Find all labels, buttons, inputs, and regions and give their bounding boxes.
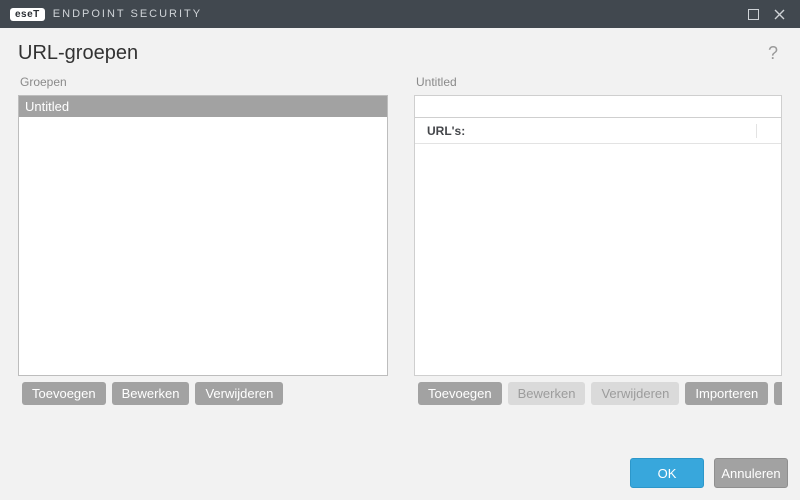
urls-grid[interactable]: URL's: bbox=[414, 117, 782, 376]
help-icon[interactable]: ? bbox=[764, 43, 782, 64]
groups-label: Groepen bbox=[20, 75, 388, 89]
urls-panel-label: Untitled bbox=[416, 75, 782, 89]
dialog-footer: OK Annuleren bbox=[0, 446, 800, 500]
urls-grid-header: URL's: bbox=[415, 118, 781, 144]
brand-badge: eseT bbox=[10, 8, 45, 21]
list-item[interactable]: Untitled bbox=[19, 96, 387, 117]
maximize-icon[interactable] bbox=[740, 4, 766, 24]
title-bar: eseT ENDPOINT SECURITY bbox=[0, 0, 800, 28]
ok-button[interactable]: OK bbox=[630, 458, 704, 488]
urls-panel: Untitled URL's: Toevoegen Bewerken Verwi… bbox=[414, 75, 782, 413]
dialog-header: URL-groepen ? bbox=[0, 28, 800, 75]
groups-edit-button[interactable]: Bewerken bbox=[112, 382, 190, 405]
main-area: Groepen Untitled Toevoegen Bewerken Verw… bbox=[0, 75, 800, 413]
page-title: URL-groepen bbox=[18, 42, 764, 65]
close-icon[interactable] bbox=[766, 4, 792, 24]
groups-toolbar: Toevoegen Bewerken Verwijderen bbox=[18, 376, 388, 413]
urls-remove-button: Verwijderen bbox=[591, 382, 679, 405]
product-name: ENDPOINT SECURITY bbox=[53, 8, 202, 20]
urls-import-button[interactable]: Importeren bbox=[685, 382, 768, 405]
urls-toolbar: Toevoegen Bewerken Verwijderen Importere… bbox=[414, 376, 782, 413]
cancel-button[interactable]: Annuleren bbox=[714, 458, 788, 488]
urls-column-header[interactable]: URL's: bbox=[415, 124, 757, 138]
urls-edit-button: Bewerken bbox=[508, 382, 586, 405]
groups-remove-button[interactable]: Verwijderen bbox=[195, 382, 283, 405]
groups-add-button[interactable]: Toevoegen bbox=[22, 382, 106, 405]
groups-panel: Groepen Untitled Toevoegen Bewerken Verw… bbox=[18, 75, 388, 413]
urls-header-space bbox=[414, 95, 782, 117]
urls-add-button[interactable]: Toevoegen bbox=[418, 382, 502, 405]
urls-grid-body bbox=[415, 144, 781, 375]
groups-listbox[interactable]: Untitled bbox=[18, 95, 388, 376]
urls-export-button[interactable]: Exporteren bbox=[774, 382, 782, 405]
